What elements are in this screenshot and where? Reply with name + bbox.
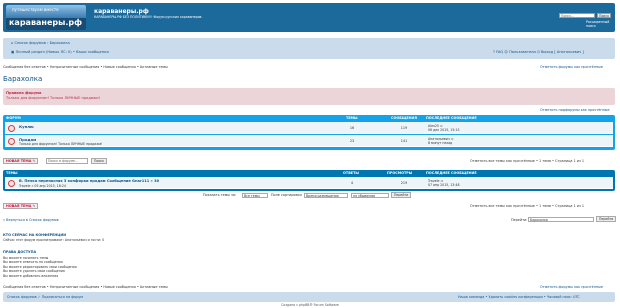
logo-name: караванеры.рф: [9, 18, 83, 27]
mark-forums-read[interactable]: Отметить форумы как прочтённые: [540, 65, 603, 69]
quick-links[interactable]: Сообщения без ответов • Непрочитанные со…: [3, 65, 168, 69]
sort-field-label: Поле сортировки: [271, 193, 302, 197]
forum-topics-count: 16: [349, 126, 355, 130]
user-links: ▣ Личный раздел (Новых ЛС: 0) • Ваши соо…: [11, 50, 109, 54]
col-topics: ТЕМЫ: [346, 116, 358, 120]
logout-icon: ⏻: [536, 50, 540, 54]
topic-icon: [8, 180, 15, 187]
user-menu: ? FAQ ☺ Пользователи ⏻ Выход [ Анатольев…: [493, 50, 584, 54]
topics-header: ТЕМЫ ОТВЕТЫ ПРОСМОТРЫ ПОСЛЕДНЕЕ СООБЩЕНИ…: [3, 170, 615, 175]
topic-row[interactable]: В. Печка переносная 3 конфорки продам Со…: [5, 177, 613, 189]
subforums-table: ФОРУМ ТЕМЫ СООБЩЕНИЯ ПОСЛЕДНЕЕ СООБЩЕНИЕ…: [3, 115, 615, 150]
topic-replies: 4: [350, 181, 354, 185]
personal-icon: ▣: [11, 50, 15, 54]
site-logo[interactable]: путешествуем вместе караванеры.рф: [6, 5, 86, 30]
breadcrumb-current[interactable]: Барахолка: [50, 41, 70, 45]
site-description: КАРАВАНЕРЫ.РФ БЕЗ ПОЛИТИКИ!!! Форум русс…: [94, 15, 203, 19]
header-search-button[interactable]: Поиск: [597, 13, 611, 18]
bottom-mark-read[interactable]: Отметить форумы как прочтённые: [540, 285, 603, 289]
forum-search-button[interactable]: Поиск: [91, 158, 108, 164]
logo-tagline: путешествуем вместе: [12, 7, 59, 12]
breadcrumb-home[interactable]: Список форумов: [14, 41, 45, 45]
jump-select[interactable]: Барахолка: [528, 217, 594, 222]
forum-search-input[interactable]: Поиск в форуме…: [46, 158, 88, 164]
breadcrumb: ⌂ Список форумов ‹ Барахолка: [11, 41, 70, 45]
col-last-post: ПОСЛЕДНЕЕ СООБЩЕНИЕ: [426, 116, 477, 120]
bottom-quick-links[interactable]: Сообщения без ответов • Непрочитанные со…: [3, 285, 168, 289]
topic-title[interactable]: В. Печка переносная 3 конфорки продам Со…: [19, 179, 159, 183]
rules-title: Правила форума: [6, 91, 42, 95]
show-topics-label: Показать темы за:: [203, 193, 237, 197]
jump-go-button[interactable]: Перейти: [596, 216, 617, 222]
jump-label: Перейти:: [511, 218, 528, 222]
col-replies: ОТВЕТЫ: [343, 171, 359, 175]
permission-line: Вы можете добавлять вложения: [3, 273, 59, 278]
pagination-top[interactable]: Отметить все темы как прочтённые • 1 тем…: [470, 159, 584, 163]
last-post-date: 8 минут назад: [428, 141, 453, 146]
sort-go-button[interactable]: Перейти: [391, 192, 412, 198]
forum-title[interactable]: Куплю: [19, 124, 34, 129]
new-topic-button[interactable]: НОВАЯ ТЕМА ✎: [3, 158, 39, 164]
col-last-post: ПОСЛЕДНЕЕ СООБЩЕНИЕ: [426, 171, 477, 175]
page-title[interactable]: Барахолка: [3, 75, 42, 83]
back-to-index-link[interactable]: « Вернуться в Список форумов: [3, 218, 59, 222]
members-icon: ☺: [504, 50, 508, 54]
copyright: Создано с phpBB® Forum Software: [281, 303, 339, 307]
navbar: ⌂ Список форумов ‹ Барахолка ▣ Личный ра…: [3, 38, 615, 59]
permissions-list: Вы можете начинать темы Вы можете отвеча…: [3, 256, 77, 278]
forum-posts-count: 141: [400, 139, 408, 143]
forum-unread-icon: [8, 138, 15, 145]
topic-author: Travele » 05 апр 2015, 18:24: [19, 184, 66, 188]
sort-field-select[interactable]: Время размещения: [304, 193, 348, 198]
faq-link[interactable]: FAQ: [496, 50, 503, 54]
forum-row[interactable]: Куплю 16 119 Alex25 ⇒ 06 дек 2015, 15:15: [5, 122, 613, 134]
site-header: путешествуем вместе караванеры.рф карава…: [3, 3, 615, 32]
forum-last-post: Анатольевич ⇒ 8 минут назад: [428, 137, 453, 146]
rules-body: Только для форумчан! Только ЛИЧНЫЕ прода…: [6, 96, 101, 100]
your-posts-link[interactable]: Ваши сообщения: [76, 50, 108, 54]
last-post-date: 06 дек 2015, 15:15: [428, 128, 460, 133]
topic-last-post: Travele ⇒ 07 апр 2015, 13:48: [428, 179, 459, 188]
home-icon: ⌂: [11, 41, 14, 45]
last-post-date: 07 апр 2015, 13:48: [428, 183, 460, 188]
col-posts: СООБЩЕНИЯ: [391, 116, 417, 120]
col-views: ПРОСМОТРЫ: [387, 171, 413, 175]
topic-views: 219: [400, 181, 408, 185]
site-title[interactable]: караванеры.рф: [94, 8, 149, 15]
header-search-input[interactable]: Поиск…: [559, 13, 595, 18]
new-topic-button-bottom[interactable]: НОВАЯ ТЕМА ✎: [3, 203, 39, 209]
faq-icon: ?: [493, 50, 495, 54]
forum-rules: Правила форума Только для форумчан! Толь…: [3, 88, 615, 105]
breadcrumb-separator: ‹: [46, 41, 49, 45]
col-topics: ТЕМЫ: [6, 171, 18, 175]
sort-order-select[interactable]: по убыванию: [351, 193, 389, 198]
subforums-header: ФОРУМ ТЕМЫ СООБЩЕНИЯ ПОСЛЕДНЕЕ СООБЩЕНИЕ: [3, 115, 615, 120]
forum-read-icon: [8, 125, 15, 132]
footer-left-links[interactable]: Список форумов ✓ Подписаться на форум: [7, 295, 83, 299]
who-online-title: КТО СЕЙЧАС НА КОНФЕРЕНЦИИ: [3, 233, 67, 237]
forum-topics-count: 23: [349, 139, 355, 143]
footer-right-links[interactable]: Наша команда • Удалить cookies конференц…: [458, 295, 580, 299]
col-forum: ФОРУМ: [6, 116, 21, 120]
pagination-bottom[interactable]: Отметить все темы как прочтённые • 1 тем…: [470, 204, 584, 208]
personal-section-link[interactable]: Личный раздел (Новых ЛС: 0): [16, 50, 72, 54]
logout-link[interactable]: Выход [ Анатольевич ]: [541, 50, 584, 54]
members-link[interactable]: Пользователи: [509, 50, 536, 54]
forum-last-post: Alex25 ⇒ 06 дек 2015, 15:15: [428, 124, 460, 133]
permissions-title: ПРАВА ДОСТУПА: [3, 250, 37, 254]
topics-table: ТЕМЫ ОТВЕТЫ ПРОСМОТРЫ ПОСЛЕДНЕЕ СООБЩЕНИ…: [3, 170, 615, 191]
forum-description: Только для форумчан! Только ЛИЧНЫЕ прода…: [19, 142, 103, 146]
personal-separator: •: [72, 50, 75, 54]
footer-bar: Список форумов ✓ Подписаться на форум На…: [3, 292, 615, 302]
mark-subforums-read[interactable]: Отметить подфорумы как прочтённые: [540, 108, 610, 112]
advanced-search-link[interactable]: Расширенный поиск: [586, 20, 615, 28]
forum-row[interactable]: Продам Только для форумчан! Только ЛИЧНЫ…: [5, 135, 613, 147]
forum-posts-count: 119: [400, 126, 408, 130]
who-online-text: Сейчас этот форум просматривают: Анатоль…: [3, 238, 105, 242]
show-topics-select[interactable]: Все темы: [242, 193, 268, 198]
